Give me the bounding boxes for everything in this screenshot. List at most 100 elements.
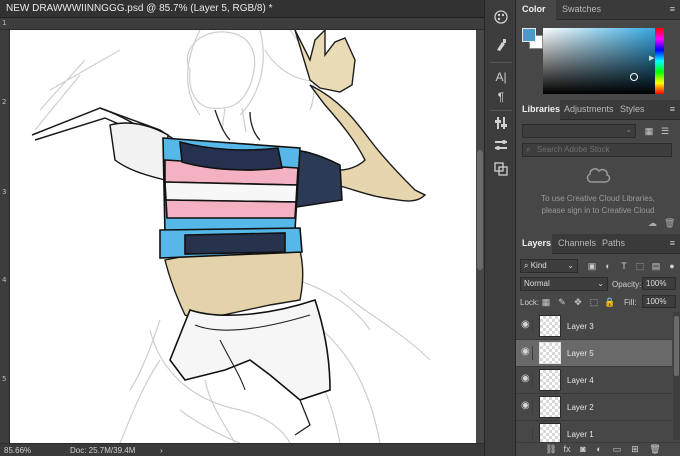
opacity-input[interactable]: 100% [642, 277, 676, 290]
visibility-toggle[interactable]: ◉ [519, 400, 533, 414]
eye-icon: ◉ [521, 400, 530, 411]
status-menu-arrow[interactable]: › [160, 446, 163, 455]
brushes-icon[interactable] [491, 38, 511, 56]
drawing-artwork [31, 30, 431, 443]
panel-menu-icon[interactable]: ≡ [670, 238, 675, 248]
eye-icon: ◉ [521, 346, 530, 357]
foreground-color-swatch[interactable] [522, 28, 536, 42]
character-icon[interactable]: A| [491, 68, 511, 86]
zoom-level[interactable]: 85.66% [4, 446, 31, 455]
layers-footer: ⛓ fx ◙ ◐ ▭ ⊞ 🗑 [516, 442, 680, 456]
adjustment-filter-icon[interactable]: ◐ [602, 260, 614, 272]
chevron-down-icon: ⌄ [625, 125, 632, 134]
layer-row[interactable]: ◉ Layer 4 [516, 367, 672, 394]
dock-separator [490, 110, 512, 111]
document-tab[interactable]: NEW DRAWWWIINNGGG.psd @ 85.7% (Layer 5, … [0, 0, 484, 18]
document-title: NEW DRAWWWIINNGGG.psd @ 85.7% (Layer 5, … [6, 3, 273, 14]
libraries-signin-message: please sign in to Creative Cloud [541, 206, 655, 215]
layer-row[interactable]: ◉ Layer 3 [516, 313, 672, 340]
properties-icon[interactable] [491, 138, 511, 156]
tab-styles[interactable]: Styles [620, 104, 645, 114]
layer-filter-select[interactable]: ⌕ Kind ⌄ [520, 259, 578, 273]
layer-thumbnail [539, 369, 561, 391]
search-icon: ⌕ [524, 261, 529, 270]
lock-transparent-icon[interactable]: ▦ [540, 296, 552, 308]
scrollbar-thumb[interactable] [674, 316, 679, 376]
filter-kind-value: Kind [530, 261, 547, 270]
lock-position-icon[interactable]: ✥ [572, 296, 584, 308]
cc-sync-icon[interactable]: ☁ [648, 218, 657, 229]
visibility-toggle[interactable]: ◉ [519, 427, 533, 441]
visibility-toggle[interactable]: ◉ [519, 346, 533, 360]
layer-name[interactable]: Layer 2 [567, 403, 594, 412]
trash-icon[interactable]: 🗑 [648, 444, 662, 455]
layer-name[interactable]: Layer 5 [567, 349, 594, 358]
eye-icon: ◉ [521, 373, 530, 384]
visibility-toggle[interactable]: ◉ [519, 319, 533, 333]
canvas[interactable] [10, 30, 476, 443]
fx-icon[interactable]: fx [560, 444, 574, 454]
layers-scrollbar[interactable] [673, 312, 680, 440]
ruler-number: 3 [2, 188, 7, 196]
visibility-toggle[interactable]: ◉ [519, 373, 533, 387]
grid-view-icon[interactable]: ▦ [642, 124, 656, 138]
shape-filter-icon[interactable]: ⬚ [634, 260, 646, 272]
library-select[interactable]: ⌄ [522, 124, 636, 138]
search-placeholder: Search Adobe Stock [537, 145, 610, 154]
panel-menu-icon[interactable]: ≡ [670, 4, 675, 14]
ruler-number: 2 [2, 98, 7, 106]
tab-libraries[interactable]: Libraries [522, 104, 560, 114]
layer-name[interactable]: Layer 4 [567, 376, 594, 385]
tab-adjustments[interactable]: Adjustments [564, 104, 614, 114]
mask-icon[interactable]: ◙ [576, 444, 590, 454]
palette-icon[interactable] [491, 10, 511, 28]
layer-row-selected[interactable]: ◉ Layer 5 [516, 340, 672, 367]
layer-name[interactable]: Layer 3 [567, 322, 594, 331]
adjustment-layer-icon[interactable]: ◐ [592, 444, 606, 454]
canvas-vertical-scrollbar[interactable] [476, 30, 484, 443]
fill-value: 100% [646, 297, 667, 306]
horizontal-ruler[interactable]: 1 [0, 18, 484, 30]
vertical-ruler[interactable]: 2 3 4 5 [0, 30, 10, 443]
group-icon[interactable]: ▭ [610, 444, 624, 455]
hue-slider-arrow[interactable]: ▶ [649, 54, 654, 62]
hue-slider[interactable] [655, 28, 664, 94]
link-icon[interactable]: ⛓ [544, 444, 558, 455]
smart-object-filter-icon[interactable]: ▤ [650, 260, 662, 272]
adjust-icon[interactable] [491, 116, 511, 134]
ruler-number: 5 [2, 375, 7, 383]
pixel-filter-icon[interactable]: ▣ [586, 260, 598, 272]
trash-icon[interactable]: 🗑 [664, 218, 675, 229]
tab-layers[interactable]: Layers [522, 238, 551, 248]
dock-separator [490, 62, 512, 63]
color-picker-marker[interactable] [630, 73, 638, 81]
ruler-number: 4 [2, 276, 7, 284]
panel-dock: A| ¶ [484, 0, 516, 456]
layer-row[interactable]: ◉ Layer 2 [516, 394, 672, 421]
pasteboard[interactable] [10, 30, 484, 443]
tab-channels[interactable]: Channels [558, 238, 596, 248]
fill-input[interactable]: 100% [642, 295, 676, 308]
lock-artboard-icon[interactable]: ⬚ [588, 296, 600, 308]
tab-swatches[interactable]: Swatches [562, 4, 601, 14]
paths-icon[interactable] [491, 162, 511, 180]
libraries-signin-message: To use Creative Cloud Libraries, [541, 194, 655, 203]
lock-all-icon[interactable]: 🔒 [604, 296, 616, 308]
layer-name[interactable]: Layer 1 [567, 430, 594, 439]
blend-mode-select[interactable]: Normal ⌄ [520, 277, 608, 291]
new-layer-icon[interactable]: ⊞ [628, 444, 642, 455]
tab-paths[interactable]: Paths [602, 238, 625, 248]
tab-color[interactable]: Color [522, 4, 546, 14]
color-picker-field[interactable] [543, 28, 660, 94]
color-panel-tabs: Color Swatches ≡ [516, 0, 680, 20]
lock-pixels-icon[interactable]: ✎ [556, 296, 568, 308]
scrollbar-thumb[interactable] [477, 150, 483, 270]
type-filter-icon[interactable]: T [618, 260, 630, 272]
panel-menu-icon[interactable]: ≡ [670, 104, 675, 114]
paragraph-icon[interactable]: ¶ [491, 88, 511, 106]
filter-toggle-icon[interactable]: ● [666, 260, 678, 272]
creative-cloud-icon [586, 168, 611, 183]
stock-search-input[interactable]: ⌕ Search Adobe Stock [522, 143, 672, 157]
layer-thumbnail [539, 315, 561, 337]
list-view-icon[interactable]: ☰ [658, 124, 672, 138]
